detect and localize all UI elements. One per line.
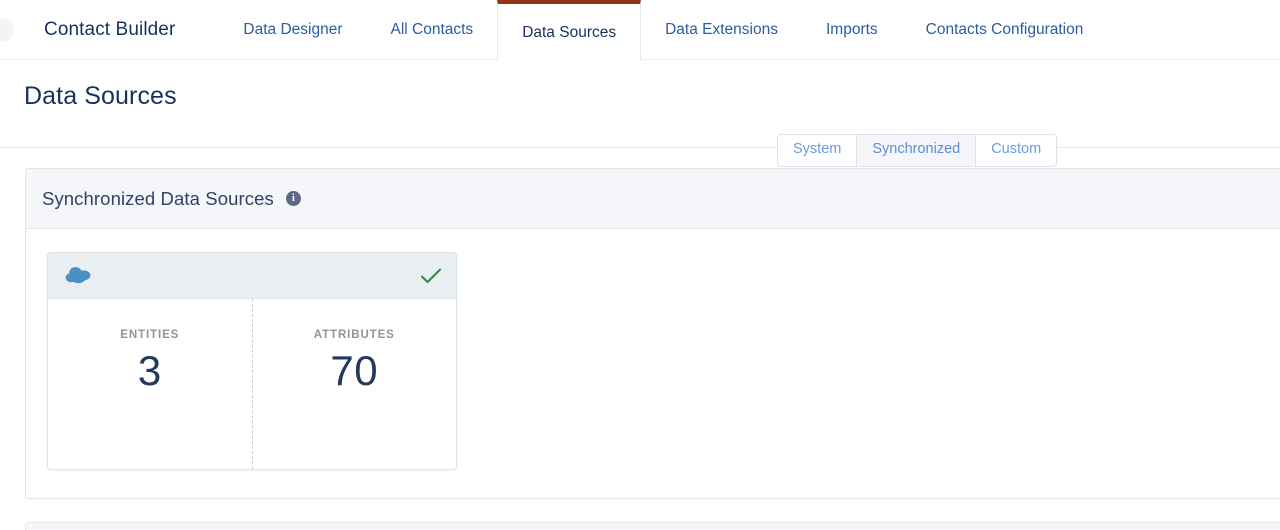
info-icon[interactable]: i: [286, 191, 301, 206]
stat-label: ENTITIES: [120, 329, 179, 341]
synchronized-data-sources-panel: Synchronized Data Sources i: [25, 168, 1280, 499]
data-source-card-header: [48, 253, 456, 299]
panel-body: ENTITIES 3 ATTRIBUTES 70: [26, 229, 1280, 498]
tab-contacts-configuration[interactable]: Contacts Configuration: [902, 0, 1108, 59]
primary-tab-list: Data Designer All Contacts Data Sources …: [219, 0, 1107, 59]
app-logo-icon: [0, 18, 14, 42]
secondary-panel-header: [26, 523, 1280, 530]
filter-option-synchronized[interactable]: Synchronized: [857, 134, 976, 167]
stat-label: ATTRIBUTES: [314, 329, 395, 341]
data-source-filter-row: System Synchronized Custom: [0, 128, 1280, 168]
panel-header: Synchronized Data Sources i: [26, 169, 1280, 229]
page-title: Data Sources: [0, 60, 1280, 111]
salesforce-cloud-icon: [64, 265, 94, 287]
tab-data-sources[interactable]: Data Sources: [497, 0, 641, 61]
app-brand-title: Contact Builder: [26, 0, 197, 59]
stat-value: 3: [138, 346, 162, 396]
stat-attributes: ATTRIBUTES 70: [252, 299, 457, 469]
check-icon: [420, 267, 442, 285]
data-source-card-body: ENTITIES 3 ATTRIBUTES 70: [48, 299, 456, 469]
secondary-panel: [25, 522, 1280, 530]
top-navigation-bar: Contact Builder Data Designer All Contac…: [0, 0, 1280, 60]
stat-value: 70: [330, 346, 378, 396]
tab-all-contacts[interactable]: All Contacts: [366, 0, 497, 59]
app-logo[interactable]: [0, 0, 26, 60]
stat-entities: ENTITIES 3: [48, 299, 252, 469]
tab-imports[interactable]: Imports: [802, 0, 902, 59]
filter-option-custom[interactable]: Custom: [976, 134, 1057, 167]
data-source-type-filter: System Synchronized Custom: [777, 134, 1057, 167]
tab-data-designer[interactable]: Data Designer: [219, 0, 366, 59]
tab-data-extensions[interactable]: Data Extensions: [641, 0, 802, 59]
horizontal-divider: [0, 147, 1280, 148]
data-source-card[interactable]: ENTITIES 3 ATTRIBUTES 70: [47, 252, 457, 470]
panel-title: Synchronized Data Sources: [42, 188, 274, 210]
filter-option-system[interactable]: System: [777, 134, 857, 167]
